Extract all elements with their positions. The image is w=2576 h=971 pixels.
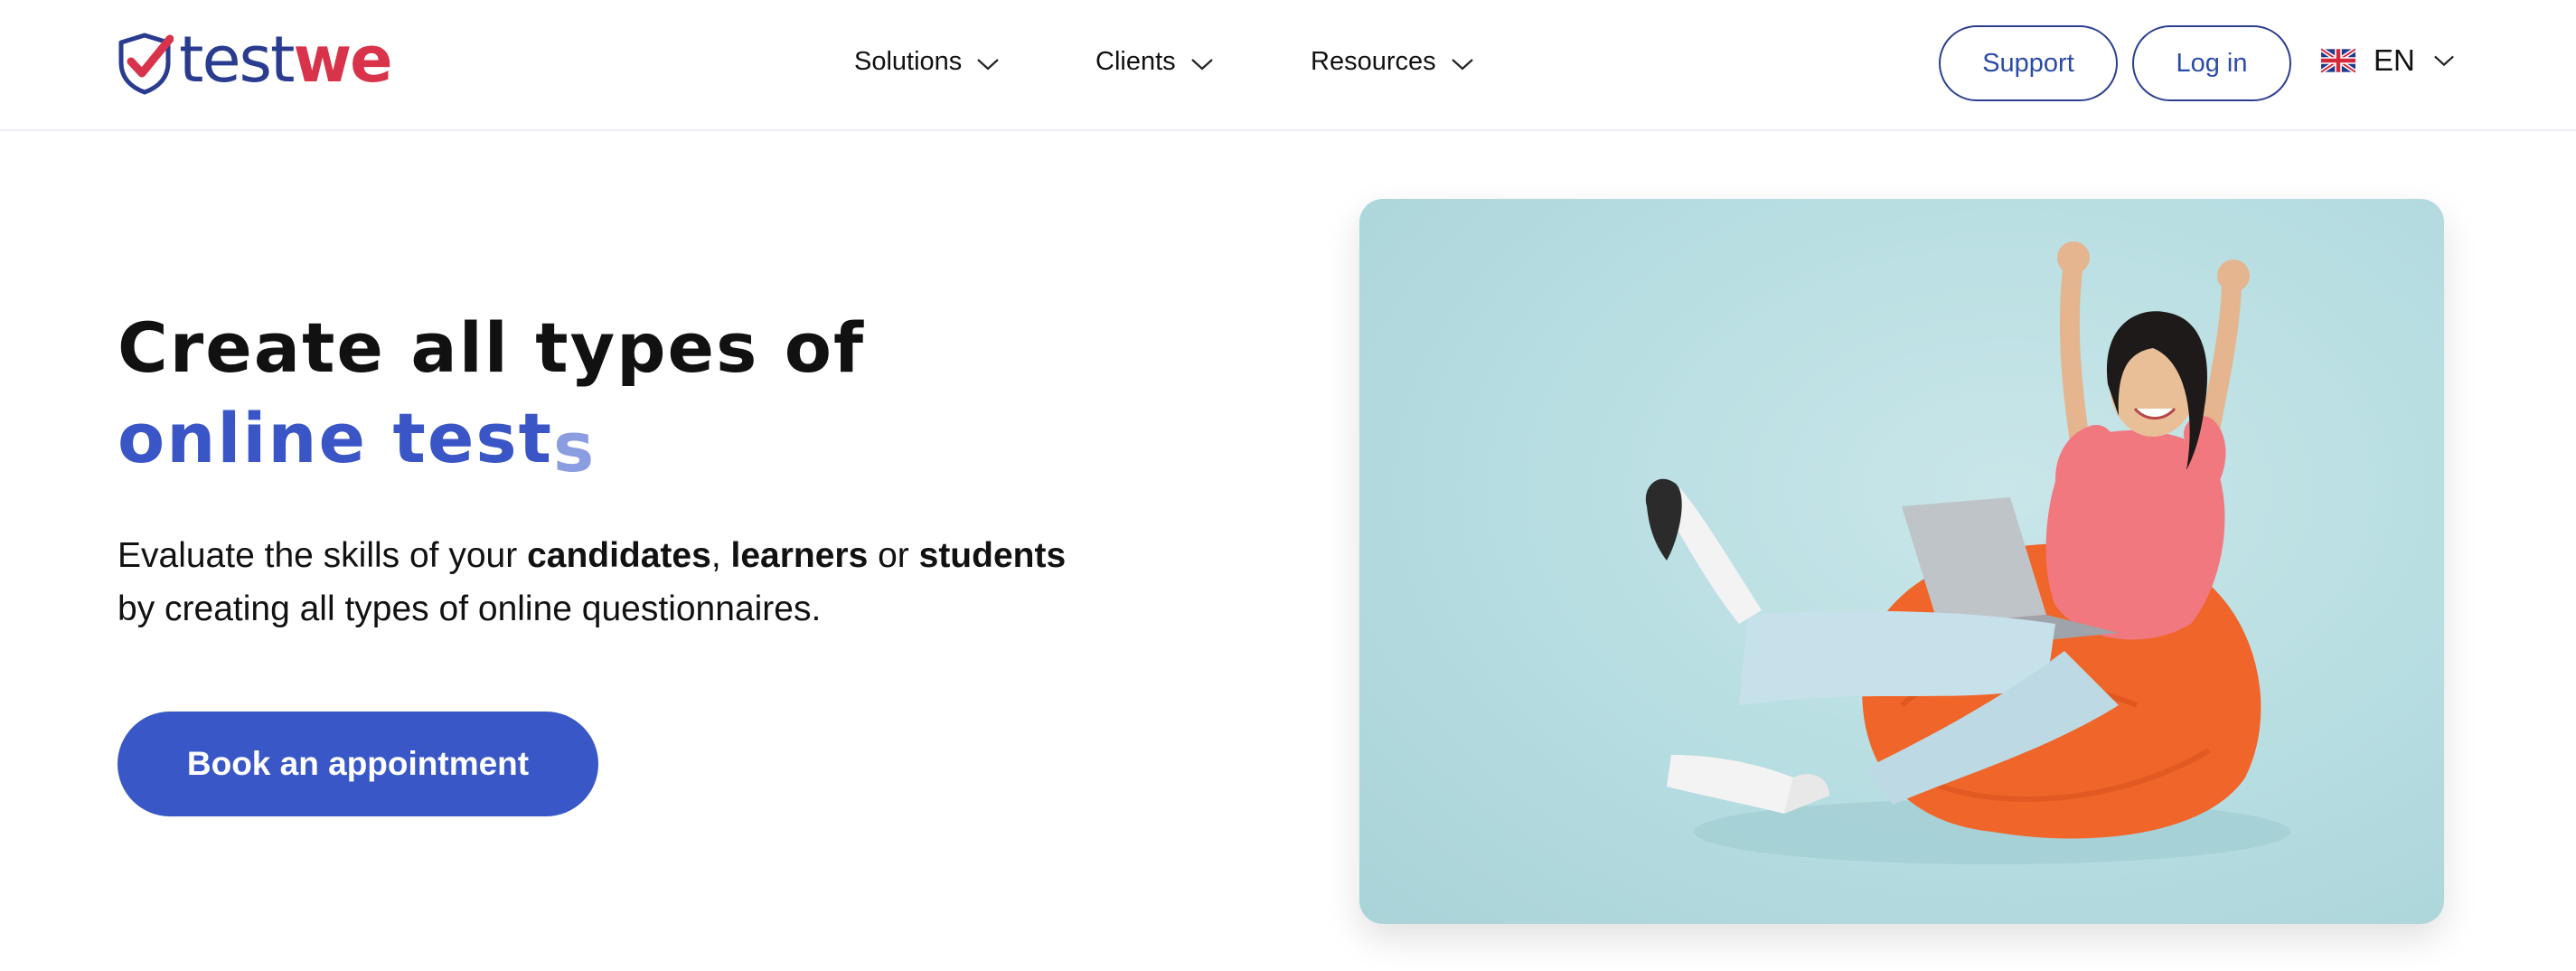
chevron-down-icon <box>2433 55 2454 67</box>
nav-solutions-label: Solutions <box>854 47 963 76</box>
language-selector[interactable]: EN <box>2321 43 2455 78</box>
chevron-down-icon <box>977 58 1000 70</box>
testwe-logo[interactable]: testwe <box>116 27 393 96</box>
support-button[interactable]: Support <box>1939 25 2118 101</box>
nav-resources-label: Resources <box>1311 47 1436 76</box>
hero-description: Evaluate the skills of your candidates, … <box>118 529 1067 636</box>
hero-desc-text-2: , <box>710 536 731 575</box>
hero-illustration <box>1645 241 2290 864</box>
chevron-down-icon <box>1190 58 1213 70</box>
hero-desc-text-4: by creating all types of online question… <box>118 589 822 628</box>
hero-photo-woman-on-beanbag <box>1359 199 2444 924</box>
nav-resources[interactable]: Resources <box>1311 47 1474 77</box>
hero-title-line1: Create all types of <box>118 307 866 388</box>
hero-desc-text-3: or <box>868 536 919 575</box>
hero-title-highlight: online test <box>118 398 553 478</box>
hero-title-typing-letter: s <box>552 407 597 487</box>
nav-clients-label: Clients <box>1095 47 1176 76</box>
hero-desc-learners: learners <box>730 536 869 575</box>
hero-desc-candidates: candidates <box>527 536 711 575</box>
hero-desc-text-1: Evaluate the skills of your <box>118 536 528 575</box>
uk-flag-icon <box>2321 47 2355 74</box>
hero-title-line2: online tests <box>118 393 865 487</box>
book-appointment-button[interactable]: Book an appointment <box>118 712 598 816</box>
nav-solutions[interactable]: Solutions <box>854 47 1000 77</box>
hero-desc-students: students <box>918 536 1067 575</box>
logo-word-we: we <box>293 23 392 97</box>
logo-wordmark: testwe <box>179 27 393 92</box>
nav-clients[interactable]: Clients <box>1095 47 1214 77</box>
language-code: EN <box>2374 43 2415 77</box>
chevron-down-icon <box>1451 58 1473 70</box>
hero-title: Create all types of online tests <box>118 303 866 487</box>
site-header: testwe Solutions Clients Resources Suppo… <box>0 0 2576 131</box>
login-button[interactable]: Log in <box>2132 25 2291 101</box>
logo-word-test: test <box>179 23 295 97</box>
shield-check-icon <box>118 33 174 95</box>
